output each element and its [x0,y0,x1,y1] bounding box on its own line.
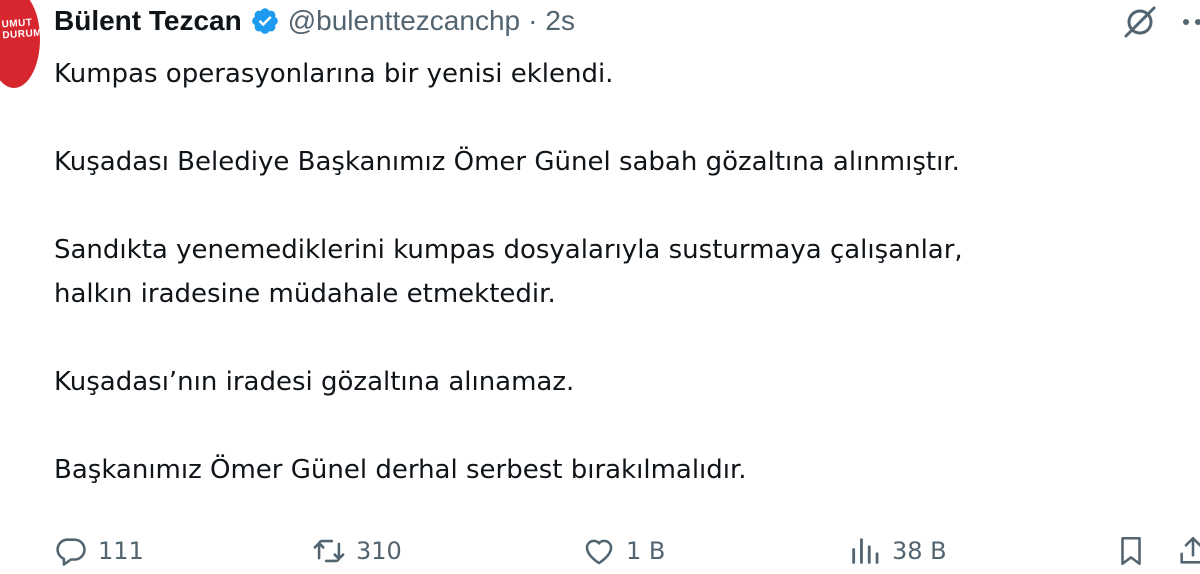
bookmark-icon [1121,536,1141,566]
grok-icon[interactable] [1120,2,1160,42]
views-icon [852,538,879,564]
tweet-paragraph: Başkanımız Ömer Günel derhal serbest bır… [54,455,747,485]
header-separator: · [528,5,538,36]
tweet-paragraph: halkın iradesine müdahale etmektedir. [54,279,556,309]
tweet-paragraph: Kuşadası’nın iradesi gözaltına alınamaz. [54,367,575,397]
tweet-paragraph: Sandıkta yenemediklerini kumpas dosyalar… [54,235,963,265]
verified-badge-icon [250,6,280,36]
tweet-header: Bülent Tezcan @bulenttezcanchp · 2s [54,0,575,42]
reply-count: 111 [98,537,144,565]
author-handle[interactable]: @bulenttezcanchp [288,5,520,37]
views-button[interactable]: 38 B [848,528,947,574]
heart-icon [585,539,613,565]
share-button[interactable] [1176,528,1200,574]
tweet-paragraph: Kumpas operasyonlarına bir yenisi eklend… [54,59,614,89]
like-button[interactable]: 1 B [582,528,665,574]
tweet-actions: 111 310 1 B 38 B [0,528,1200,574]
avatar-logo: UMUT DURUM [1,17,40,42]
bookmark-button[interactable] [1114,528,1158,574]
tweet-timestamp[interactable]: 2s [545,5,575,37]
repost-button[interactable]: 310 [312,528,402,574]
more-icon[interactable] [1176,12,1200,32]
reply-icon [56,538,86,566]
like-count: 1 B [626,537,666,565]
repost-count: 310 [356,537,402,565]
repost-icon [313,539,345,563]
tweet-text: Kumpas operasyonlarına bir yenisi eklend… [54,52,1174,492]
share-icon [1180,536,1200,564]
tweet-paragraph: Kuşadası Belediye Başkanımız Ömer Günel … [54,147,960,177]
author-display-name[interactable]: Bülent Tezcan [54,5,242,37]
reply-button[interactable]: 111 [54,528,144,574]
views-count: 38 B [892,537,947,565]
avatar[interactable]: UMUT DURUM [0,0,40,88]
